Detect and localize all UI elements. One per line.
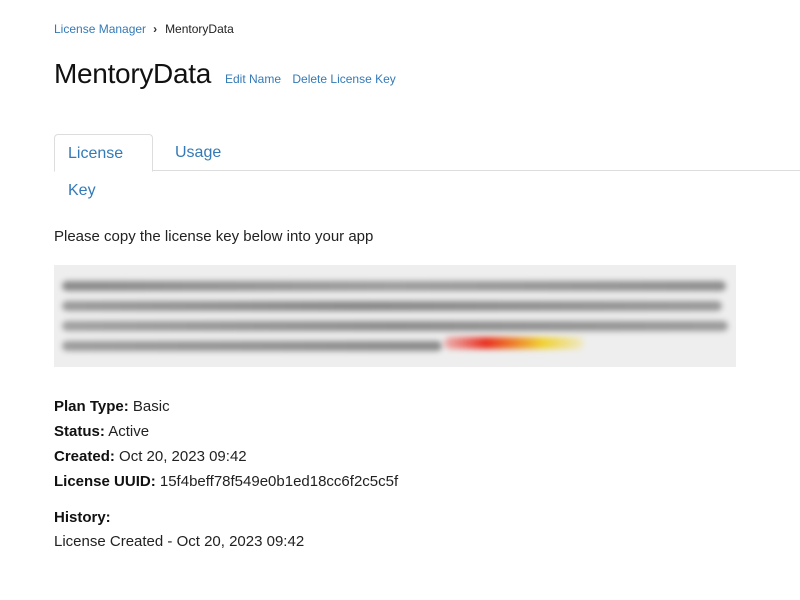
created-row: Created: Oct 20, 2023 09:42 [54,444,398,469]
title-actions: Edit Name Delete License Key [225,72,404,86]
created-label: Created: [54,448,115,465]
tab-usage[interactable]: Usage [162,134,234,171]
plan-type-label: Plan Type: [54,398,129,415]
redacted-key-line [62,281,726,291]
history-entry: License Created - Oct 20, 2023 09:42 [54,533,305,550]
tab-license-key[interactable]: License Key [54,134,153,199]
uuid-label: License UUID: [54,473,156,490]
license-key-box[interactable] [54,265,736,367]
copy-instruction: Please copy the license key below into y… [54,228,374,245]
plan-type-value: Basic [132,398,170,415]
status-label: Status: [54,423,105,440]
status-row: Status: Active [54,419,398,444]
plan-type-row: Plan Type: Basic [54,394,398,419]
license-details: Plan Type: Basic Status: Active Created:… [54,394,398,494]
redacted-key-line [62,321,728,331]
uuid-row: License UUID: 15f4beff78f549e0b1ed18cc6f… [54,469,398,494]
history-section: History: License Created - Oct 20, 2023 … [54,506,304,554]
redacted-highlight [444,337,584,349]
breadcrumb-current: MentoryData [165,22,234,36]
page-title: MentoryData [54,58,211,89]
title-row: MentoryData Edit Name Delete License Key [54,58,404,90]
history-label: History: [54,509,111,526]
delete-license-key-link[interactable]: Delete License Key [292,72,395,86]
edit-name-link[interactable]: Edit Name [225,72,281,86]
redacted-key-line [62,341,442,351]
created-value: Oct 20, 2023 09:42 [119,448,247,465]
breadcrumb-separator-icon: › [153,22,158,36]
breadcrumb-license-manager-link[interactable]: License Manager [54,22,146,36]
uuid-value[interactable]: 15f4beff78f549e0b1ed18cc6f2c5c5f [160,473,398,490]
status-value: Active [108,423,150,440]
breadcrumb: License Manager › MentoryData [54,22,234,36]
tab-bar: License Key Usage [54,134,800,199]
redacted-key-line [62,301,722,311]
